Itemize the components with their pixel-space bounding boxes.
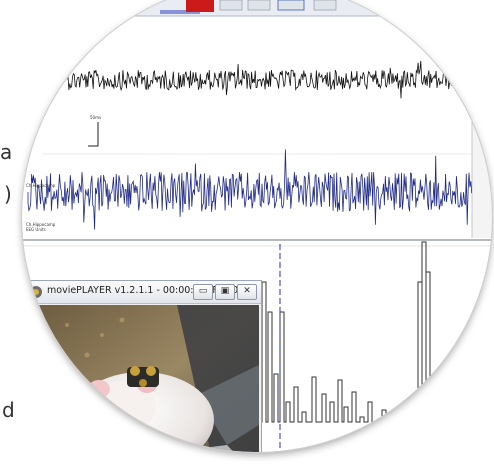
movie-player-window[interactable]: moviePLAYER v1.2.1.1 - 00:00:25 (Feb 07,…: [24, 280, 262, 452]
vertical-scrollbar[interactable]: [472, 18, 492, 238]
minimize-icon: ▭: [198, 286, 208, 296]
channel-label: EEG Units: [26, 227, 46, 232]
video-frame-mouse-with-headmount: [27, 305, 259, 452]
toolbar-button[interactable]: [219, 0, 243, 11]
scale-bar: [88, 122, 99, 147]
close-button[interactable]: ✕: [237, 284, 257, 300]
channel-label: Ch.Hippocamp: [26, 183, 56, 188]
record-button[interactable]: [186, 0, 214, 12]
toolbar-button[interactable]: [247, 0, 271, 11]
magnified-view-circle: 50mv Ch.Hippocamp Ch.Hippocamp EEG Units…: [22, 0, 492, 452]
svg-text:50mv: 50mv: [90, 115, 102, 120]
maximize-icon: ▣: [220, 286, 230, 296]
close-icon: ✕: [243, 286, 251, 296]
cropped-text-d: d: [2, 398, 15, 422]
activity-histogram: [258, 241, 492, 435]
cropped-text-a: a: [0, 140, 13, 164]
window-titlebar[interactable]: moviePLAYER v1.2.1.1 - 00:00:25 (Feb 07,…: [25, 281, 261, 304]
cropped-text-paren: ): [4, 182, 12, 206]
toolbar-button[interactable]: [277, 0, 305, 11]
maximize-button[interactable]: ▣: [215, 284, 235, 300]
toolbar-button[interactable]: [313, 0, 337, 11]
movie-player-app-icon: [30, 286, 42, 298]
eeg-trace-black: [67, 59, 472, 99]
minimize-button[interactable]: ▭: [193, 284, 213, 300]
eeg-trace-blue: [27, 149, 473, 230]
